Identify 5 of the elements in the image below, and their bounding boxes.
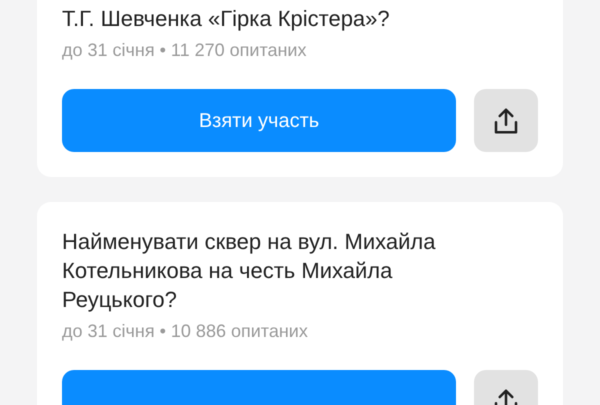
- poll-meta: до 31 січня • 10 886 опитаних: [62, 320, 309, 343]
- poll-title: Т.Г. Шевченка «Гірка Крістера»?: [62, 5, 391, 33]
- participate-button[interactable]: Взяти участь: [62, 89, 456, 152]
- poll-meta: до 31 січня • 11 270 опитаних: [62, 39, 308, 62]
- poll-title: Найменувати сквер на вул. Михайла Котельникова на честь Михайла Реуцького?: [62, 228, 436, 314]
